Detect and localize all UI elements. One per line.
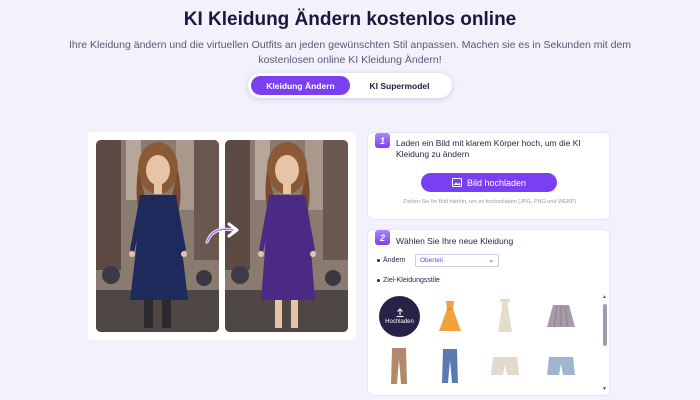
jeans-icon <box>442 349 458 383</box>
target-styles-label: Ziel-Kleidungsstile <box>377 277 440 284</box>
step1-upload-card: 1 Laden ein Bild mit klarem Körper hoch,… <box>367 132 610 220</box>
step1-instruction: Laden ein Bild mit klarem Körper hoch, u… <box>396 138 581 159</box>
mode-tabs: Kleidung Ändern KI Supermodel <box>248 73 452 98</box>
skirt-icon <box>547 305 575 328</box>
scroll-down-icon[interactable]: ▼ <box>602 386 607 392</box>
page-subtitle: Ihre Kleidung ändern und die virtuellen … <box>68 39 632 66</box>
step2-number: 2 <box>375 230 390 245</box>
step2-clothing-card: 2 Wählen Sie Ihre neue Kleidung Ändern O… <box>367 229 610 396</box>
trousers-icon <box>391 348 407 384</box>
beige-dress-option[interactable] <box>485 296 525 336</box>
brown-trousers-option[interactable] <box>379 346 419 386</box>
before-photo <box>96 140 219 332</box>
tab-ki-supermodel[interactable]: KI Supermodel <box>350 76 449 95</box>
upload-hint: Ziehen Sie Ihr Bild hierhin, um es hochz… <box>402 199 577 205</box>
step2-instruction: Wählen Sie Ihre neue Kleidung <box>396 236 514 246</box>
shorts-icon <box>491 357 519 375</box>
clothing-styles-grid: Hochladen <box>378 294 604 392</box>
scroll-up-icon[interactable]: ▲ <box>602 294 607 300</box>
upload-clothing-button[interactable]: Hochladen <box>379 296 420 337</box>
yellow-dress-option[interactable] <box>430 296 470 336</box>
after-photo <box>225 140 348 332</box>
blue-jeans-option[interactable] <box>430 346 470 386</box>
styles-scrollbar[interactable]: ▲ ▼ <box>602 294 608 394</box>
change-label: Ändern <box>377 257 406 264</box>
image-icon <box>451 178 462 187</box>
upload-image-button[interactable]: Bild hochladen <box>421 173 557 192</box>
upload-clothing-label: Hochladen <box>385 319 414 325</box>
page-title: KI Kleidung Ändern kostenlos online <box>183 9 517 30</box>
upload-image-label: Bild hochladen <box>466 177 527 188</box>
denim-shorts-option[interactable] <box>541 346 581 386</box>
dress-icon <box>439 301 461 331</box>
dress-icon <box>498 298 512 332</box>
upload-icon <box>396 308 403 317</box>
chevron-down-icon: ⌄ <box>488 257 494 264</box>
shorts-icon <box>547 357 575 375</box>
scroll-thumb[interactable] <box>603 304 607 346</box>
beige-shorts-option[interactable] <box>485 346 525 386</box>
tab-kleidung-aendern[interactable]: Kleidung Ändern <box>251 76 350 95</box>
arrow-right-icon <box>205 222 239 244</box>
clothing-type-value: Oberteil <box>420 257 443 264</box>
before-after-preview <box>88 132 356 340</box>
clothing-type-select[interactable]: Oberteil ⌄ <box>415 254 499 267</box>
grey-skirt-option[interactable] <box>541 296 581 336</box>
step1-number: 1 <box>375 133 390 148</box>
